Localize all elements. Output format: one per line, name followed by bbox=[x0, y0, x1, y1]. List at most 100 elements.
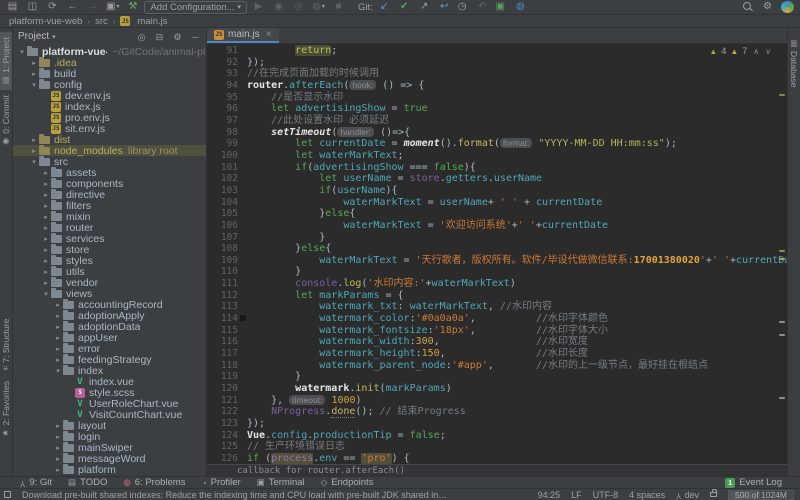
save-all-icon[interactable]: ◫ bbox=[26, 1, 39, 14]
vcs-commit-icon[interactable]: ✔ bbox=[398, 1, 411, 14]
locate-file-icon[interactable]: ◎ bbox=[136, 30, 147, 43]
tree-item-services[interactable]: ▸ services bbox=[13, 232, 206, 245]
tree-item-adoptionApply[interactable]: ▸ adoptionApply bbox=[13, 309, 206, 322]
toolwindow-commit[interactable]: ◉ 0: Commit bbox=[0, 90, 12, 151]
project-view-selector[interactable]: Project ▾ bbox=[18, 31, 56, 42]
code-line-105[interactable]: 105 }else{ bbox=[207, 208, 787, 220]
code-line-91[interactable]: 91 return; bbox=[207, 45, 787, 57]
code-line-115[interactable]: 115 watermark_fontsize:'18px', //水印字体大小 bbox=[207, 325, 787, 337]
tree-item-mixin[interactable]: ▸ mixin bbox=[13, 210, 206, 223]
debug-icon[interactable]: ◉ bbox=[272, 1, 285, 14]
tree-item-error[interactable]: ▸ error bbox=[13, 342, 206, 355]
tab-main-js[interactable]: JS main.js × bbox=[207, 28, 279, 43]
stop-icon[interactable]: ■ bbox=[332, 1, 345, 14]
next-problem-icon[interactable]: ∨ bbox=[765, 47, 771, 56]
tree-item-index[interactable]: ▾ index bbox=[13, 364, 206, 377]
tree-chevron-icon[interactable]: ▸ bbox=[53, 455, 63, 463]
line-ending[interactable]: LF bbox=[571, 490, 582, 500]
tree-chevron-icon[interactable]: ▸ bbox=[29, 136, 39, 144]
build-hammer-icon[interactable]: ⚒ bbox=[126, 1, 139, 14]
code-line-104[interactable]: 104 waterMarkText = userName+ ' ' + curr… bbox=[207, 197, 787, 209]
tree-item-node-modules[interactable]: ▸ node_modules library root bbox=[13, 144, 206, 157]
search-everywhere-icon[interactable] bbox=[741, 1, 754, 14]
lock-icon[interactable] bbox=[710, 489, 717, 497]
tree-chevron-icon[interactable]: ▸ bbox=[41, 191, 51, 199]
toolwindow-git[interactable]: Y 9: Git bbox=[20, 477, 52, 488]
tree-item-components[interactable]: ▸ components bbox=[13, 177, 206, 190]
tree-item-accountingRecord[interactable]: ▸ accountingRecord bbox=[13, 298, 206, 311]
code-line-125[interactable]: 125 // 生产环境错误日志 bbox=[207, 441, 787, 453]
tree-item-platform-vue-web[interactable]: ▾platform-vue-web~/GitCode/animal-platfo… bbox=[13, 45, 206, 58]
tree-chevron-icon[interactable]: ▸ bbox=[53, 422, 63, 430]
tree-chevron-icon[interactable]: ▸ bbox=[41, 279, 51, 287]
toolwindow-project[interactable]: ▤ 1: Project bbox=[0, 32, 12, 90]
code-line-103[interactable]: 103 if(userName){ bbox=[207, 185, 787, 197]
tree-chevron-icon[interactable]: ▸ bbox=[41, 257, 51, 265]
tree-chevron-icon[interactable]: ▸ bbox=[41, 180, 51, 188]
editor-scrollbar[interactable] bbox=[778, 44, 787, 464]
vcs-rollback-icon[interactable]: ↩ bbox=[438, 1, 451, 14]
tree-item-filters[interactable]: ▸ filters bbox=[13, 199, 206, 212]
code-line-99[interactable]: 99 let currentDate = moment().format(for… bbox=[207, 138, 787, 150]
code-line-112[interactable]: 112 let markParams = { bbox=[207, 290, 787, 302]
tree-item-feedingStrategy[interactable]: ▸ feedingStrategy bbox=[13, 353, 206, 366]
sync-icon[interactable]: ⟳ bbox=[46, 1, 59, 14]
code-line-117[interactable]: 117 watermark_height:150, //水印长度 bbox=[207, 348, 787, 360]
coverage-icon[interactable]: ◎ bbox=[292, 1, 305, 14]
tree-item-dev-env-js[interactable]: JS dev.env.js bbox=[13, 90, 206, 102]
tree-chevron-icon[interactable]: ▸ bbox=[53, 356, 63, 364]
tree-item-directive[interactable]: ▸ directive bbox=[13, 188, 206, 201]
tree-item-messageWord[interactable]: ▸ messageWord bbox=[13, 452, 206, 465]
tree-item-platform[interactable]: ▸ platform bbox=[13, 463, 206, 476]
code-line-114[interactable]: 114 watermark_color:'#0a0a0a', //水印字体颜色 bbox=[207, 313, 787, 325]
indent-info[interactable]: 4 spaces bbox=[629, 490, 665, 500]
tree-item-appUser[interactable]: ▸ appUser bbox=[13, 331, 206, 344]
toolwindow-endpoints[interactable]: ◇ Endpoints bbox=[321, 477, 374, 488]
tree-item-assets[interactable]: ▸ assets bbox=[13, 166, 206, 179]
panel-settings-icon[interactable]: ⚙ bbox=[172, 30, 183, 43]
toolwindow-todo[interactable]: ▤ TODO bbox=[68, 477, 107, 488]
tree-item-build[interactable]: ▸ build bbox=[13, 67, 206, 80]
code-editor[interactable]: ▲ 4 ▲ 7 ∧ ∨ 91 return; 92}); 93//在完成页面加载的时候调用… bbox=[207, 44, 787, 476]
tree-item-styles[interactable]: ▸ styles bbox=[13, 254, 206, 267]
event-log-button[interactable]: 1 Event Log bbox=[725, 477, 782, 488]
tree-item-src[interactable]: ▾ src bbox=[13, 155, 206, 168]
tree-chevron-icon[interactable]: ▸ bbox=[53, 323, 63, 331]
tree-chevron-icon[interactable]: ▸ bbox=[53, 466, 63, 474]
close-tab-icon[interactable]: × bbox=[266, 29, 272, 40]
toolwindow-toggle-icon[interactable] bbox=[4, 491, 11, 498]
code-line-119[interactable]: 119 } bbox=[207, 371, 787, 383]
tree-chevron-icon[interactable]: ▸ bbox=[41, 235, 51, 243]
tree-item-store[interactable]: ▸ store bbox=[13, 243, 206, 256]
tree-item-UserRoleChart-vue[interactable]: V UserRoleChart.vue bbox=[13, 398, 206, 410]
tree-item-style-scss[interactable]: Sstyle.scss bbox=[13, 387, 206, 399]
code-line-101[interactable]: 101 if(advertisingShow === false){ bbox=[207, 162, 787, 174]
tree-chevron-icon[interactable]: ▾ bbox=[17, 48, 27, 56]
code-line-108[interactable]: 108 }else{ bbox=[207, 243, 787, 255]
code-line-100[interactable]: 100 let waterMarkText; bbox=[207, 150, 787, 162]
code-line-102[interactable]: 102 let userName = store.getters.userNam… bbox=[207, 173, 787, 185]
tree-item-router[interactable]: ▸ router bbox=[13, 221, 206, 234]
collapse-all-icon[interactable]: ⊟ bbox=[154, 30, 165, 43]
code-line-92[interactable]: 92}); bbox=[207, 57, 787, 69]
code-line-94[interactable]: 94 router.afterEach(hook: () => { bbox=[207, 79, 787, 92]
tree-item-index-js[interactable]: JS index.js bbox=[13, 101, 206, 113]
tree-chevron-icon[interactable]: ▸ bbox=[53, 433, 63, 441]
tree-chevron-icon[interactable]: ▸ bbox=[41, 246, 51, 254]
tree-item-vendor[interactable]: ▸ vendor bbox=[13, 276, 206, 289]
code-line-98[interactable]: 98 setTimeout(handler: ()=>{ bbox=[207, 126, 787, 139]
code-line-109[interactable]: 109 waterMarkText = '天行歌者，版权所有。软件/毕设代做微信… bbox=[207, 255, 787, 267]
profile-icon[interactable]: ◍ ▾ bbox=[312, 1, 325, 14]
hide-panel-icon[interactable]: ─ bbox=[190, 30, 201, 43]
prev-problem-icon[interactable]: ∧ bbox=[753, 47, 759, 56]
open-project-icon[interactable]: ▤ bbox=[6, 1, 19, 14]
code-line-124[interactable]: 124 Vue.config.productionTip = false; bbox=[207, 430, 787, 442]
code-line-107[interactable]: 107 } bbox=[207, 232, 787, 244]
toolwindow-terminal[interactable]: ▣ Terminal bbox=[257, 477, 305, 488]
vcs-update-icon[interactable]: ↙ bbox=[378, 1, 391, 14]
tree-item-index-vue[interactable]: Vindex.vue bbox=[13, 376, 206, 388]
code-line-96[interactable]: 96 let advertisingShow = true bbox=[207, 103, 787, 115]
tree-item-VisitCountChart-vue[interactable]: V VisitCountChart.vue bbox=[13, 409, 206, 421]
breadcrumb-item-src[interactable]: src bbox=[95, 16, 108, 27]
tree-chevron-icon[interactable]: ▸ bbox=[53, 444, 63, 452]
